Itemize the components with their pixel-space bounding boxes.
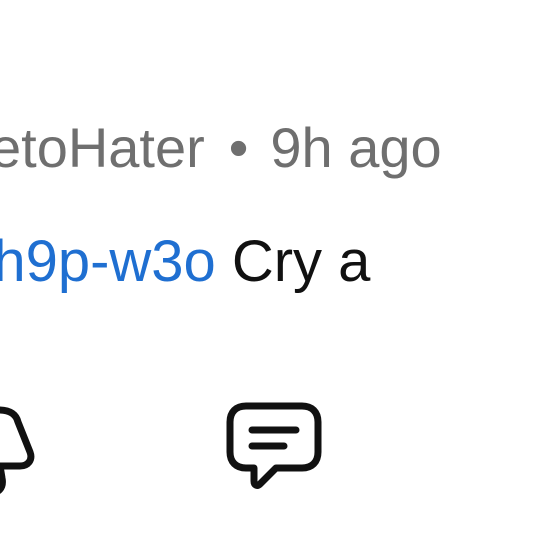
- comment-text: Cry a: [231, 229, 371, 294]
- comment-card: TetoHater • 9h ago -h9p-w3oCry a: [0, 0, 560, 560]
- meta-separator: •: [228, 116, 249, 179]
- comment-meta: TetoHater • 9h ago: [0, 112, 442, 184]
- reply-icon: [226, 402, 322, 489]
- comment-author[interactable]: TetoHater: [0, 116, 205, 179]
- user-mention-link[interactable]: -h9p-w3o: [0, 229, 216, 294]
- comment-body: -h9p-w3oCry a: [0, 224, 370, 300]
- comment-actions: [0, 396, 560, 496]
- reply-button[interactable]: [224, 396, 324, 496]
- thumbs-down-icon: [0, 406, 35, 494]
- downvote-button[interactable]: [0, 396, 38, 496]
- comment-timestamp: 9h ago: [270, 116, 442, 179]
